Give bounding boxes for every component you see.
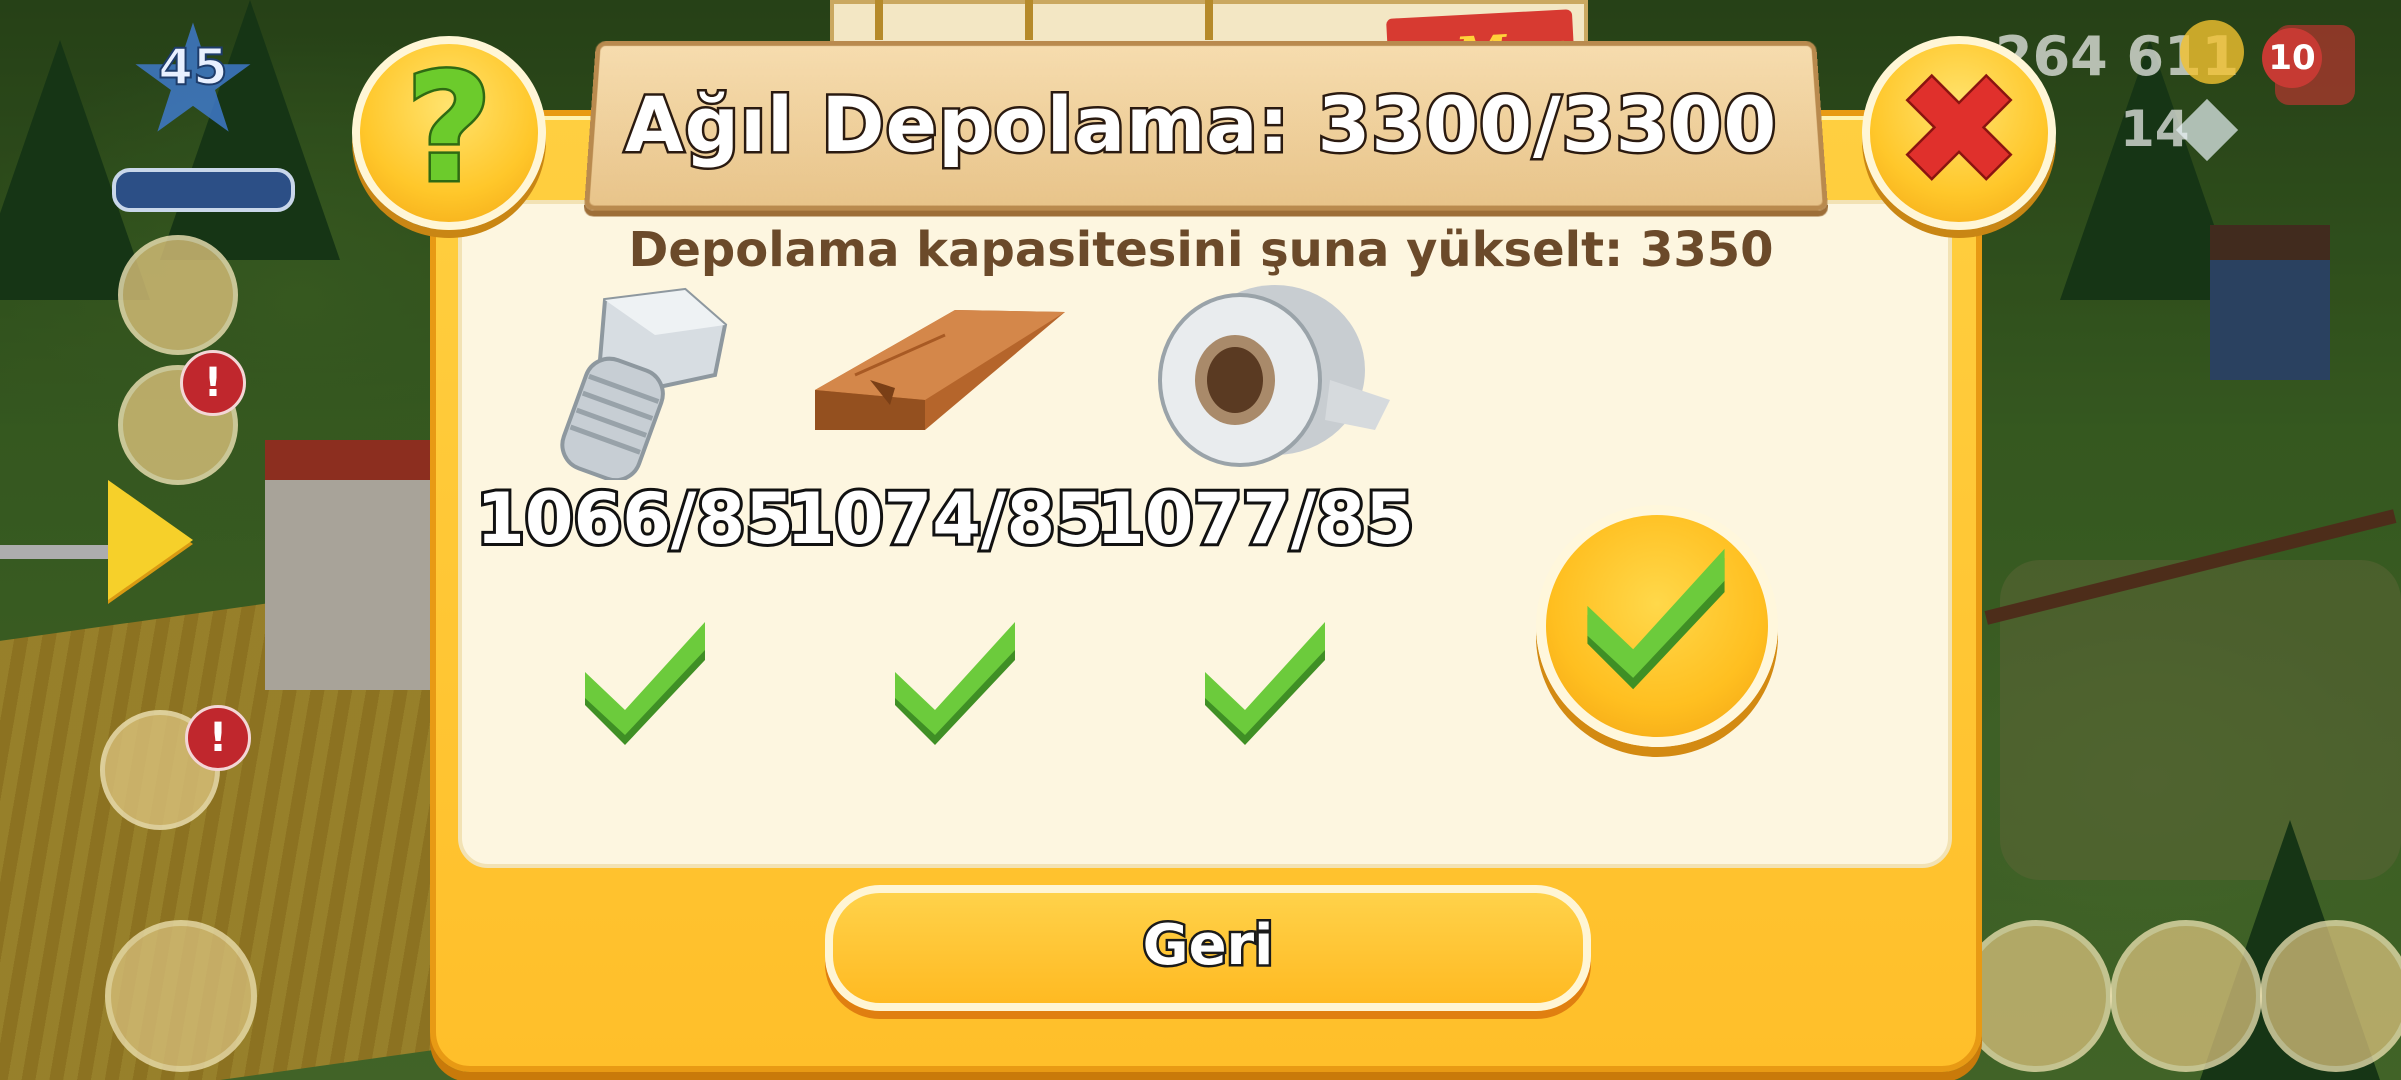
duct-tape-icon (1158, 285, 1390, 467)
confirm-upgrade-button[interactable] (1536, 505, 1778, 747)
alert-badge: ! (180, 350, 246, 416)
sign-pole (1205, 0, 1213, 40)
material-count: 1077/85 (1093, 475, 1417, 563)
coin-icon (2180, 20, 2244, 84)
check-icon (1205, 622, 1325, 745)
check-icon (585, 622, 705, 745)
close-button[interactable]: ✖ (1862, 36, 2056, 230)
alert-badge: ! (185, 705, 251, 771)
question-icon: ? (403, 42, 495, 217)
play-arrow-icon[interactable] (108, 480, 193, 600)
bolt-icon (560, 287, 728, 480)
check-icon (895, 622, 1015, 745)
social-button[interactable] (2260, 920, 2401, 1072)
material-count: 1074/85 (783, 475, 1107, 563)
level-number: 45 (157, 37, 229, 97)
level-badge[interactable]: ★ 45 (118, 5, 268, 155)
back-button-label: Geri (1140, 911, 1276, 981)
upgrade-description: Depolama kapasitesini şuna yükselt: 3350 (628, 222, 1774, 278)
friends-button[interactable] (1960, 920, 2112, 1072)
close-icon: ✖ (1894, 42, 2025, 221)
dialog-title: Ağıl Depolama: 3300/3300 (622, 78, 1779, 172)
back-button[interactable]: Geri (825, 885, 1591, 1011)
xp-bar (112, 168, 295, 212)
gift-count-badge: 10 (2262, 28, 2322, 88)
sign-pole (875, 0, 883, 40)
newspaper-button[interactable] (118, 235, 238, 355)
sign-pole (1025, 0, 1033, 40)
shop-register-button[interactable] (105, 920, 257, 1072)
help-button[interactable]: ? (352, 36, 546, 230)
check-icon (1587, 548, 1725, 690)
chicken-event-button[interactable] (2110, 920, 2262, 1072)
plank-icon (815, 310, 1065, 430)
material-count: 1066/85 (473, 475, 797, 563)
